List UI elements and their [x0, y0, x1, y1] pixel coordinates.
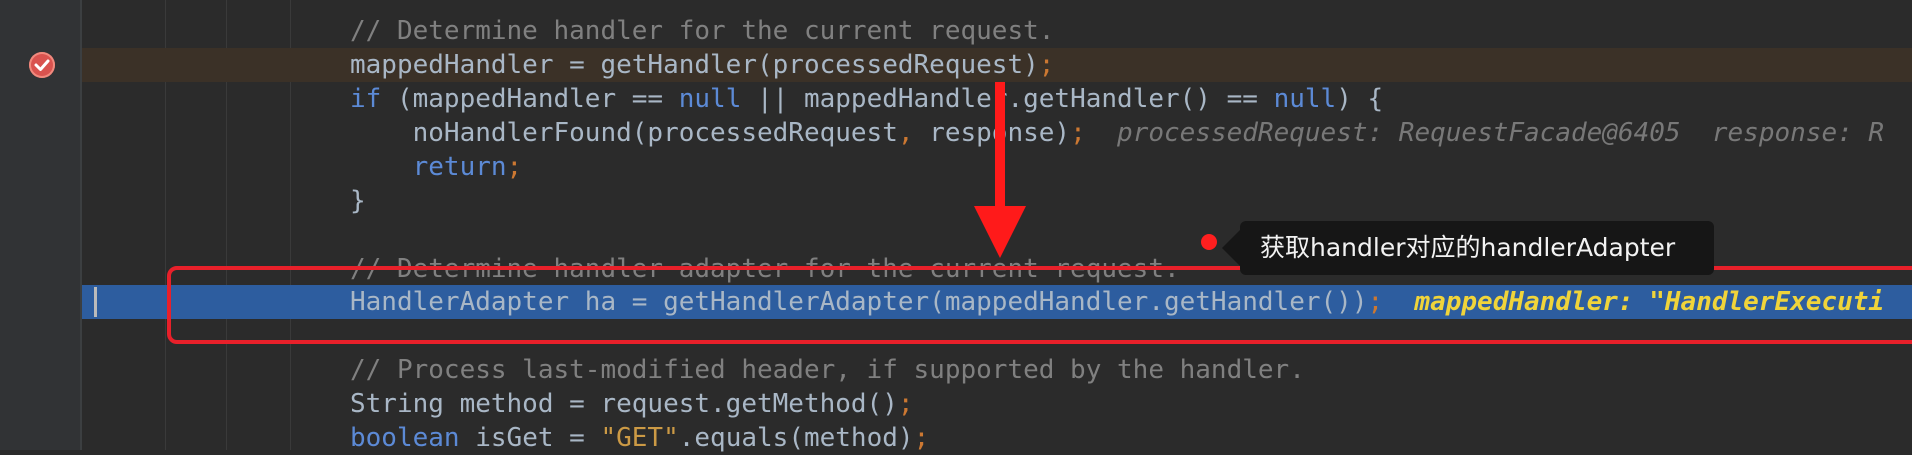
code-token: ; [1070, 118, 1086, 148]
code-line[interactable]: String method = request.getMethod(); [350, 387, 914, 421]
annotation-highlight-box [167, 266, 1912, 344]
code-token: ) { [1336, 84, 1384, 114]
code-line[interactable]: mappedHandler = getHandler(processedRequ… [350, 48, 1054, 82]
code-token: boolean [350, 423, 460, 453]
code-token: (mappedHandler == [381, 84, 679, 114]
code-token: null [678, 84, 742, 114]
code-token: .equals(method) [678, 423, 914, 453]
code-token: ; [1038, 50, 1055, 80]
text-caret [94, 287, 97, 317]
code-line[interactable]: if (mappedHandler == null || mappedHandl… [350, 82, 1383, 116]
code-token: isGet = [459, 423, 601, 453]
red-down-arrow-icon [974, 82, 1026, 258]
annotation-tooltip: 获取handler对应的handlerAdapter [1240, 221, 1714, 275]
code-token: return [350, 152, 507, 182]
code-token: ; [506, 152, 523, 182]
inline-debug-value: processedRequest: RequestFacade@6405 res… [1085, 118, 1885, 148]
code-token: null [1273, 84, 1337, 114]
code-token: } [350, 186, 366, 216]
code-token: noHandlerFound(processedRequest [350, 118, 898, 148]
breakpoint-check-icon[interactable] [29, 52, 55, 78]
code-token: if [350, 84, 382, 114]
code-token: // Process last-modified header, if supp… [350, 355, 1305, 385]
code-line[interactable]: } [350, 184, 366, 218]
code-token: ; [913, 423, 930, 453]
code-token: ; [897, 389, 914, 419]
code-token: "GET" [600, 423, 679, 453]
code-token: mappedHandler = getHandler(processedRequ… [350, 50, 1039, 80]
code-token: // Determine handler for the current req… [350, 16, 1055, 46]
code-line[interactable]: noHandlerFound(processedRequest, respons… [350, 116, 1884, 150]
code-line[interactable]: return; [350, 150, 523, 184]
code-line[interactable]: // Process last-modified header, if supp… [350, 353, 1305, 387]
code-token: , [897, 118, 930, 148]
annotation-dot [1201, 234, 1217, 250]
code-token: String method = request.getMethod() [350, 389, 898, 419]
code-line[interactable]: // Determine handler for the current req… [350, 14, 1054, 48]
tooltip-pointer [1222, 230, 1240, 266]
